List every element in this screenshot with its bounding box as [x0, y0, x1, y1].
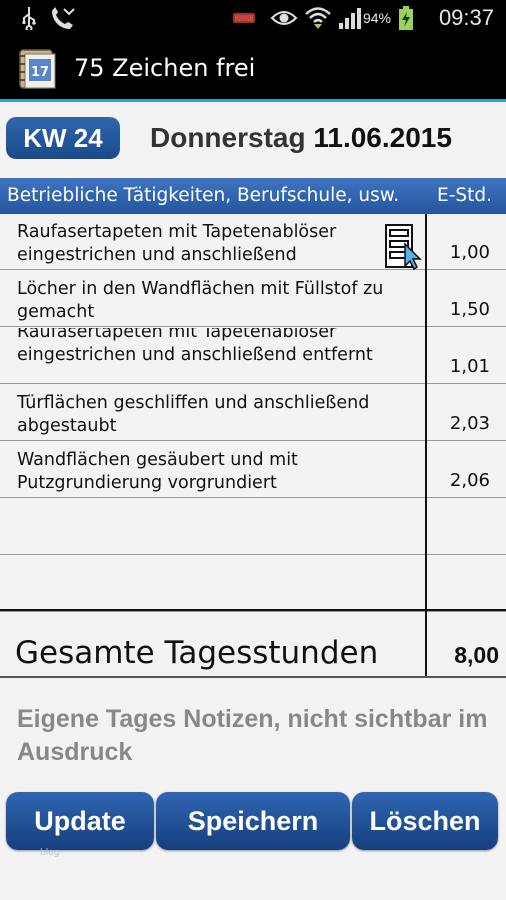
- delete-button[interactable]: Löschen: [352, 792, 498, 850]
- table-row[interactable]: Raufasertapeten mit Tapetenablöser einge…: [0, 214, 506, 270]
- app-title: 75 Zeichen frei: [74, 54, 256, 82]
- date-heading[interactable]: Donnerstag 11.06.2015: [150, 122, 452, 154]
- total-divider: [0, 609, 506, 611]
- table-row[interactable]: Wandflächen gesäubert und mit Putzgrundi…: [0, 442, 506, 498]
- battery-low-indicator-icon: [232, 0, 256, 36]
- hours-value[interactable]: 2,03: [450, 413, 490, 434]
- hours-value[interactable]: 1,01: [450, 356, 490, 377]
- calendar-book-icon[interactable]: 17: [16, 46, 62, 92]
- activity-text[interactable]: Raufasertapeten mit Tapetenablöser einge…: [17, 221, 417, 267]
- table-row[interactable]: [0, 556, 506, 612]
- battery-percent: 94%: [362, 10, 391, 26]
- weekday-label: Donnerstag: [150, 122, 306, 153]
- app-bar-divider: [0, 99, 506, 102]
- svg-text:17: 17: [31, 65, 49, 80]
- table-row[interactable]: Raufasertapeten mit Tapetenablöser einge…: [0, 328, 506, 384]
- input-focus-underline: [6, 269, 381, 270]
- missed-call-icon: [48, 0, 78, 36]
- update-button[interactable]: Update: [6, 792, 154, 850]
- text-template-menu-icon[interactable]: [383, 222, 425, 272]
- table-row[interactable]: Löcher in den Wandflächen mit Füllstof z…: [0, 271, 506, 327]
- notes-divider: [0, 676, 506, 678]
- signal-icon: [338, 0, 364, 36]
- hours-value[interactable]: 1,50: [450, 299, 490, 320]
- wifi-icon: [304, 0, 332, 36]
- table-row[interactable]: [0, 499, 506, 555]
- status-bar: 94% 09:37: [0, 0, 506, 36]
- column-divider: [425, 214, 427, 676]
- activity-table: Raufasertapeten mit Tapetenablöser einge…: [0, 214, 506, 612]
- eye-icon: [270, 0, 298, 36]
- clock: 09:37: [438, 5, 494, 30]
- column-header-hours: E-Std.: [437, 185, 492, 206]
- activity-text[interactable]: Türflächen geschliffen und anschließend …: [17, 392, 417, 438]
- date-label: 11.06.2015: [313, 122, 452, 153]
- usb-icon: [20, 0, 38, 36]
- week-badge[interactable]: KW 24: [6, 117, 120, 159]
- total-value: 8,00: [454, 642, 499, 668]
- hours-value[interactable]: 2,06: [450, 470, 490, 491]
- hours-value[interactable]: 1,00: [450, 242, 490, 263]
- table-header: Betriebliche Tätigkeiten, Berufschule, u…: [0, 178, 506, 214]
- activity-text[interactable]: Raufasertapeten mit Tapetenablöser einge…: [17, 328, 417, 367]
- activity-text[interactable]: Wandflächen gesäubert und mit Putzgrundi…: [17, 449, 417, 495]
- notes-input[interactable]: Eigene Tages Notizen, nicht sichtbar im …: [17, 703, 497, 769]
- column-header-activities: Betriebliche Tätigkeiten, Berufschule, u…: [7, 185, 400, 206]
- battery-icon: [398, 0, 414, 36]
- watermark: blog: [40, 848, 60, 858]
- table-row[interactable]: Türflächen geschliffen und anschließend …: [0, 385, 506, 441]
- save-button[interactable]: Speichern: [156, 792, 350, 850]
- activity-text[interactable]: Löcher in den Wandflächen mit Füllstof z…: [17, 278, 417, 324]
- total-label: Gesamte Tagesstunden: [15, 635, 379, 671]
